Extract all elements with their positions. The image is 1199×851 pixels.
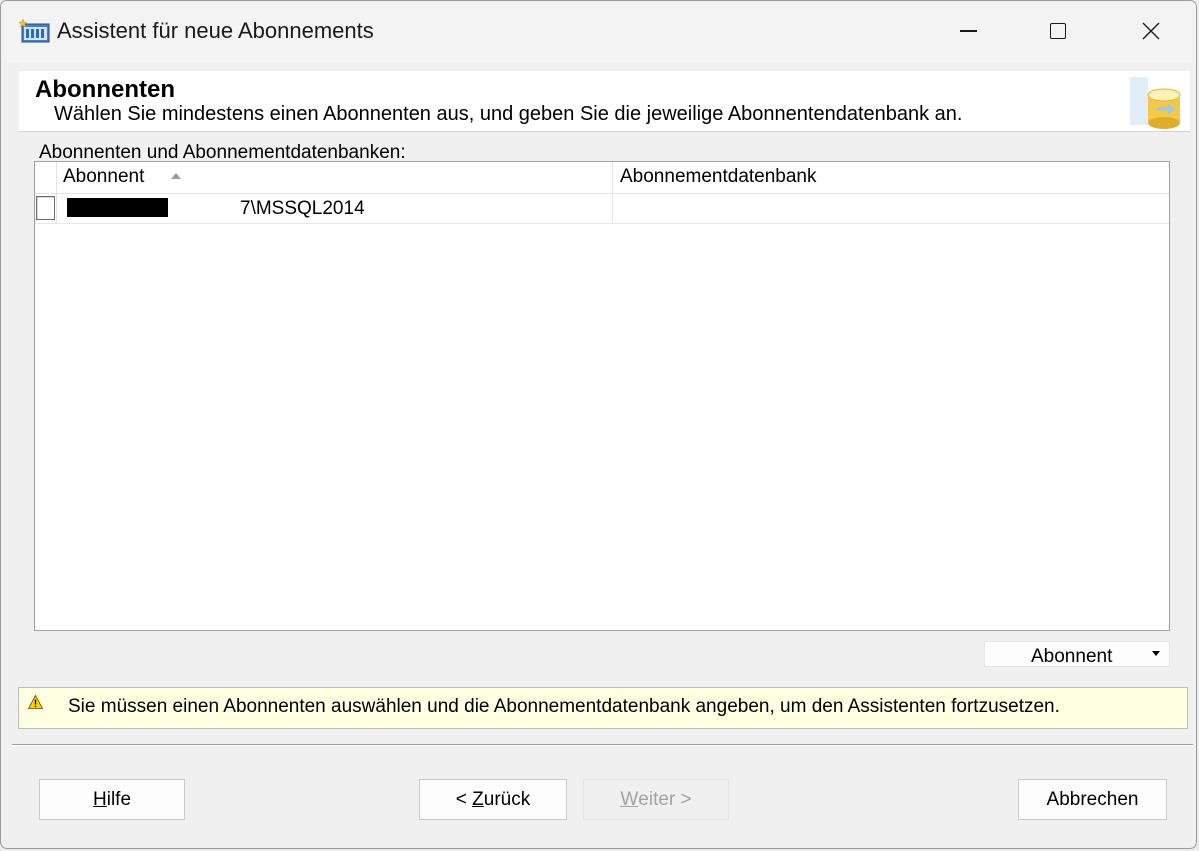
warning-icon — [28, 695, 43, 709]
close-icon — [1142, 22, 1160, 40]
back-mnemonic: Z — [472, 788, 484, 810]
wizard-app-icon — [19, 18, 50, 43]
window-title: Assistent für neue Abonnements — [57, 18, 374, 43]
next-button[interactable]: Weiter > — [583, 779, 729, 820]
next-label: eiter > — [638, 788, 692, 810]
subscriber-name: 7\MSSQL2014 — [240, 198, 365, 219]
maximize-button[interactable] — [1011, 1, 1105, 61]
back-prefix: < — [455, 788, 473, 810]
database-icon — [1130, 77, 1181, 129]
dropdown-arrow-icon — [1152, 651, 1160, 656]
warning-text: Sie müssen einen Abonnenten auswählen un… — [68, 696, 1060, 717]
maximize-icon — [1050, 23, 1066, 39]
grid-header-row: Abonnent Abonnementdatenbank — [35, 162, 1169, 194]
help-label: ilfe — [106, 788, 132, 810]
table-row[interactable]: █████████████7\MSSQL2014 — [35, 193, 1169, 224]
sort-ascending-icon — [171, 173, 181, 179]
footer-divider — [12, 744, 1193, 746]
subscriber-grid[interactable]: Abonnent Abonnementdatenbank ███████████… — [34, 161, 1170, 631]
help-mnemonic: H — [92, 788, 107, 810]
wizard-window: Assistent für neue Abonnements Abonnente… — [0, 0, 1197, 849]
page-description: Wählen Sie mindestens einen Abonnenten a… — [54, 103, 963, 125]
page-title: Abonnenten — [35, 76, 175, 103]
cancel-label: Abbrechen — [1046, 788, 1139, 810]
back-label: urück — [483, 788, 531, 810]
subscriber-checkbox[interactable] — [36, 196, 55, 220]
column-header-database[interactable]: Abonnementdatenbank — [620, 166, 817, 188]
add-subscriber-dropdown-button[interactable]: Abonnent — [984, 641, 1170, 667]
page-header: Abonnenten Wählen Sie mindestens einen A… — [19, 71, 1190, 132]
help-button[interactable]: Hilfe — [39, 779, 185, 820]
minimize-icon — [959, 30, 977, 32]
close-button[interactable] — [1104, 1, 1196, 61]
next-mnemonic: W — [620, 788, 639, 810]
column-header-subscriber[interactable]: Abonnent — [63, 166, 144, 188]
redaction-bar — [67, 198, 168, 217]
add-subscriber-label: Abonnent — [1031, 646, 1113, 667]
back-button[interactable]: < Zurück — [419, 779, 567, 820]
minimize-button[interactable] — [921, 1, 1015, 61]
validation-warning: Sie müssen einen Abonnenten auswählen un… — [18, 687, 1188, 729]
title-bar[interactable]: Assistent für neue Abonnements — [1, 1, 1196, 63]
cancel-button[interactable]: Abbrechen — [1018, 779, 1167, 820]
